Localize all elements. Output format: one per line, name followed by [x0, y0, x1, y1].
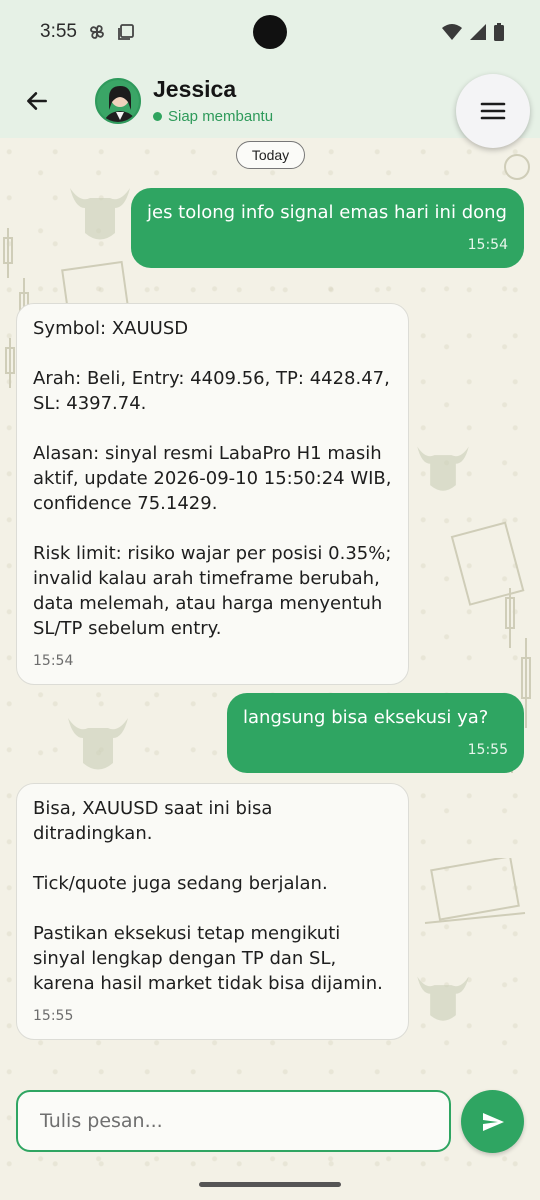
- laptop-doodle-icon: [424, 858, 526, 924]
- pinwheel-icon: [90, 25, 104, 39]
- message-bubble-outgoing[interactable]: langsung bisa eksekusi ya? 15:55: [227, 693, 524, 773]
- person-avatar-icon: [97, 80, 139, 122]
- send-button[interactable]: [461, 1090, 524, 1153]
- signal-icon: [470, 24, 486, 40]
- contact-status: Siap membantu: [153, 108, 273, 125]
- bull-doodle-icon: [417, 976, 469, 1021]
- message-time: 15:54: [467, 237, 508, 253]
- online-dot-icon: [153, 112, 162, 121]
- battery-icon: [494, 23, 504, 41]
- date-chip: Today: [236, 141, 305, 169]
- message-bubble-outgoing[interactable]: jes tolong info signal emas hari ini don…: [131, 188, 524, 268]
- screenshot-icon: [118, 24, 134, 40]
- hamburger-menu-icon: [480, 102, 506, 120]
- message-bubble-incoming[interactable]: Symbol: XAUUSD Arah: Beli, Entry: 4409.5…: [16, 303, 409, 685]
- camera-cutout: [253, 15, 287, 49]
- home-indicator[interactable]: [199, 1182, 341, 1187]
- back-button[interactable]: [22, 86, 52, 116]
- message-text: Bisa, XAUUSD saat ini bisa ditradingkan.…: [33, 798, 383, 994]
- message-time: 15:55: [33, 1008, 74, 1024]
- bull-doodle-icon: [70, 188, 130, 240]
- message-time: 15:54: [33, 653, 74, 669]
- message-text: jes tolong info signal emas hari ini don…: [147, 202, 507, 223]
- smile-doodle-icon: [504, 154, 530, 180]
- menu-button[interactable]: [456, 74, 530, 148]
- avatar[interactable]: [95, 78, 141, 124]
- contact-status-label: Siap membantu: [168, 108, 274, 125]
- status-time: 3:55: [40, 21, 77, 42]
- message-text: langsung bisa eksekusi ya?: [243, 707, 489, 728]
- arrow-left-icon: [27, 92, 47, 110]
- message-input[interactable]: [40, 1110, 449, 1132]
- bull-doodle-icon: [417, 446, 469, 491]
- wifi-icon: [442, 24, 462, 40]
- contact-name: Jessica: [153, 76, 237, 102]
- bull-doodle-icon: [68, 718, 128, 770]
- message-bubble-incoming[interactable]: Bisa, XAUUSD saat ini bisa ditradingkan.…: [16, 783, 409, 1040]
- message-text: Symbol: XAUUSD Arah: Beli, Entry: 4409.5…: [33, 318, 392, 639]
- send-icon: [482, 1112, 504, 1131]
- message-composer[interactable]: [16, 1090, 451, 1152]
- message-time: 15:55: [467, 742, 508, 758]
- sketch-doodle-icon: [450, 521, 525, 606]
